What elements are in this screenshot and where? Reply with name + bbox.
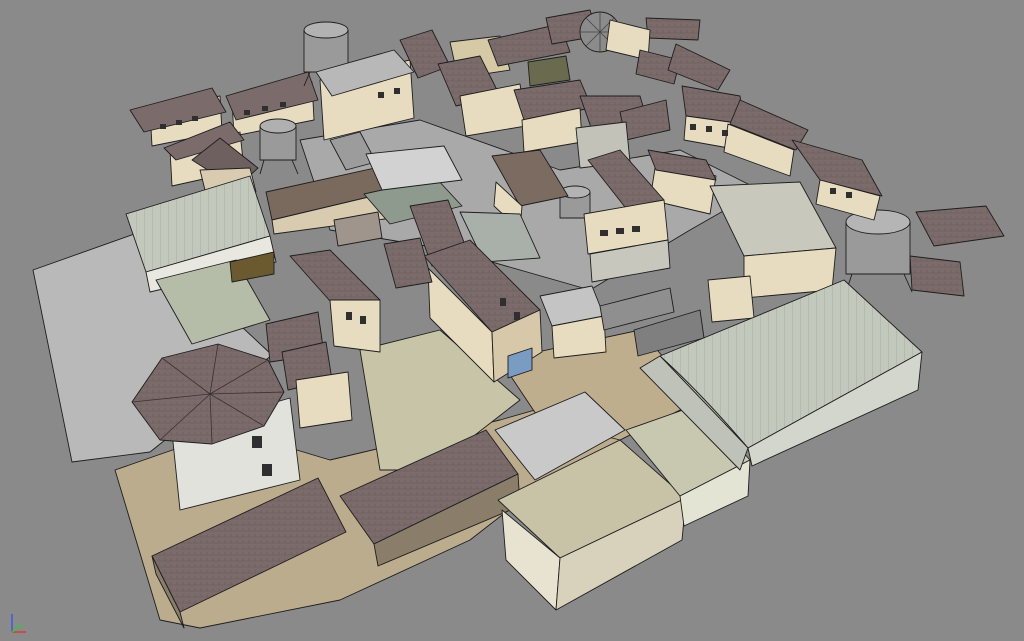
- 3d-viewport[interactable]: [0, 0, 1024, 641]
- axis-gizmo: [11, 614, 26, 633]
- water-tower-east: [845, 209, 913, 293]
- east-flat-building: [709, 181, 837, 257]
- mid-wall: [329, 299, 381, 353]
- side-wall: [295, 371, 353, 429]
- water-tower-west: [259, 118, 299, 175]
- wall-poster: [707, 275, 755, 323]
- city-scene[interactable]: [0, 0, 1024, 641]
- axis-y-line: [11, 623, 23, 633]
